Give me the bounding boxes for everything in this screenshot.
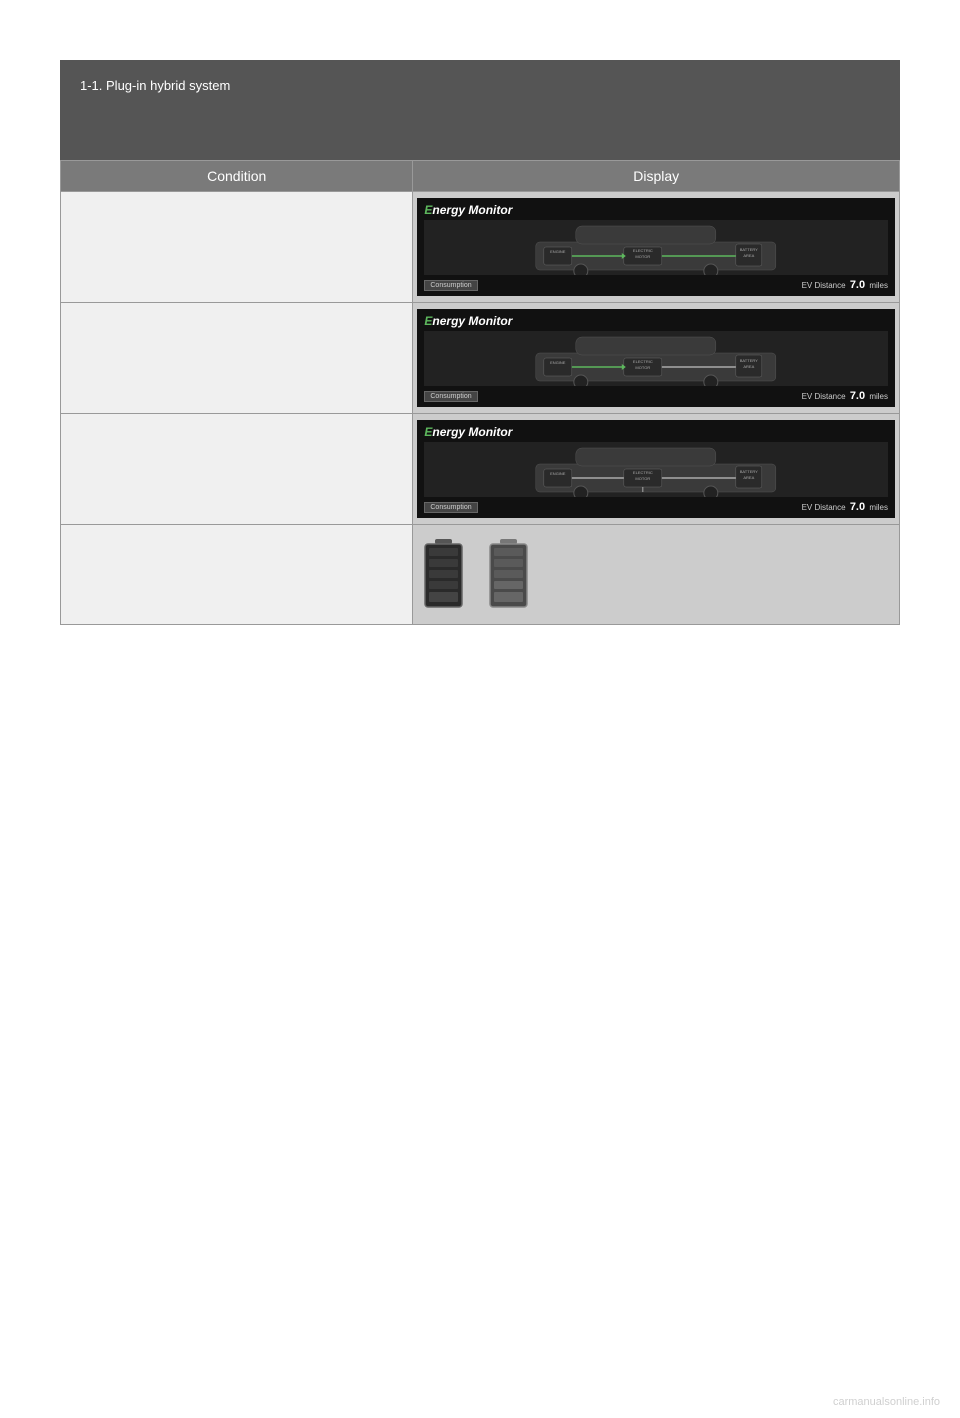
display-cell-4: [413, 525, 900, 625]
battery-svg-2: [486, 537, 531, 612]
condition-cell-3: [61, 414, 413, 525]
table-row: Energy Monitor ENGINE: [61, 303, 900, 414]
battery-icons-section: [417, 529, 895, 620]
energy-panel-2: Energy Monitor ENGINE: [417, 309, 895, 407]
ev-dist-value-2: 7.0: [850, 390, 865, 402]
ev-distance-1: EV Distance 7.0 miles: [802, 279, 888, 291]
energy-panel-1: Energy Monitor: [417, 198, 895, 296]
car-svg-2: ENGINE ELECTRIC MOTOR BATTERY AREA: [424, 331, 888, 386]
svg-text:MOTOR: MOTOR: [636, 254, 651, 259]
header-banner: 1-1. Plug-in hybrid system: [60, 60, 900, 160]
energy-footer-3: Consumption EV Distance 7.0 miles: [424, 501, 888, 513]
display-cell-3: Energy Monitor ENGINE: [413, 414, 900, 525]
svg-text:BATTERY: BATTERY: [740, 247, 758, 252]
svg-text:ENGINE: ENGINE: [551, 360, 567, 365]
svg-text:AREA: AREA: [744, 475, 755, 480]
svg-text:AREA: AREA: [744, 253, 755, 258]
battery-icon-1: [421, 537, 466, 612]
ev-dist-value-3: 7.0: [850, 501, 865, 513]
consumption-tag-3[interactable]: Consumption: [424, 502, 477, 513]
table-row: Energy Monitor ENGINE: [61, 414, 900, 525]
consumption-tag-1[interactable]: Consumption: [424, 280, 477, 291]
table-row: Energy Monitor: [61, 192, 900, 303]
svg-text:ELECTRIC: ELECTRIC: [633, 359, 653, 364]
car-svg-1: ENGINE ELECTRIC MOTOR BATTERY AREA: [424, 220, 888, 275]
svg-text:ENGINE: ENGINE: [551, 249, 567, 254]
energy-title-rest: nergy Monitor: [432, 203, 512, 217]
battery-svg-1: [421, 537, 466, 612]
consumption-tag-2[interactable]: Consumption: [424, 391, 477, 402]
display-cell-2: Energy Monitor ENGINE: [413, 303, 900, 414]
battery-icon-2: [486, 537, 531, 612]
bottom-section: [0, 645, 960, 1245]
ev-dist-value-1: 7.0: [850, 279, 865, 291]
energy-panel-3: Energy Monitor ENGINE: [417, 420, 895, 518]
ev-distance-2: EV Distance 7.0 miles: [802, 390, 888, 402]
main-table: Condition Display Energy Monitor: [60, 160, 900, 625]
svg-text:ELECTRIC: ELECTRIC: [633, 470, 653, 475]
condition-cell-1: [61, 192, 413, 303]
svg-text:AREA: AREA: [744, 364, 755, 369]
ev-distance-3: EV Distance 7.0 miles: [802, 501, 888, 513]
table-row-battery: [61, 525, 900, 625]
energy-footer-2: Consumption EV Distance 7.0 miles: [424, 390, 888, 402]
car-svg-3: ENGINE ELECTRIC MOTOR BATTERY AREA: [424, 442, 888, 497]
col-condition-header: Condition: [61, 161, 413, 192]
energy-footer-1: Consumption EV Distance 7.0 miles: [424, 279, 888, 291]
energy-panel-title-3: Energy Monitor: [424, 425, 888, 439]
svg-text:MOTOR: MOTOR: [636, 476, 651, 481]
energy-title-rest-3: nergy Monitor: [432, 425, 512, 439]
page-wrapper: 1-1. Plug-in hybrid system Condition Dis…: [0, 60, 960, 1418]
energy-title-rest-2: nergy Monitor: [432, 314, 512, 328]
display-cell-1: Energy Monitor: [413, 192, 900, 303]
condition-cell-4: [61, 525, 413, 625]
energy-car-diagram-3: ENGINE ELECTRIC MOTOR BATTERY AREA: [424, 442, 888, 497]
page-footer: carmanualsonline.info: [833, 1393, 940, 1408]
footer-url: carmanualsonline.info: [833, 1396, 940, 1408]
col-display-header: Display: [413, 161, 900, 192]
header-title: 1-1. Plug-in hybrid system: [80, 78, 230, 93]
energy-panel-title-2: Energy Monitor: [424, 314, 888, 328]
energy-car-diagram-1: ENGINE ELECTRIC MOTOR BATTERY AREA: [424, 220, 888, 275]
svg-text:ENGINE: ENGINE: [551, 471, 567, 476]
energy-car-diagram-2: ENGINE ELECTRIC MOTOR BATTERY AREA: [424, 331, 888, 386]
svg-text:ELECTRIC: ELECTRIC: [633, 248, 653, 253]
energy-panel-title-1: Energy Monitor: [424, 203, 888, 217]
svg-text:BATTERY: BATTERY: [740, 358, 758, 363]
svg-text:MOTOR: MOTOR: [636, 365, 651, 370]
svg-text:BATTERY: BATTERY: [740, 469, 758, 474]
content-area: Condition Display Energy Monitor: [60, 160, 900, 625]
condition-cell-2: [61, 303, 413, 414]
